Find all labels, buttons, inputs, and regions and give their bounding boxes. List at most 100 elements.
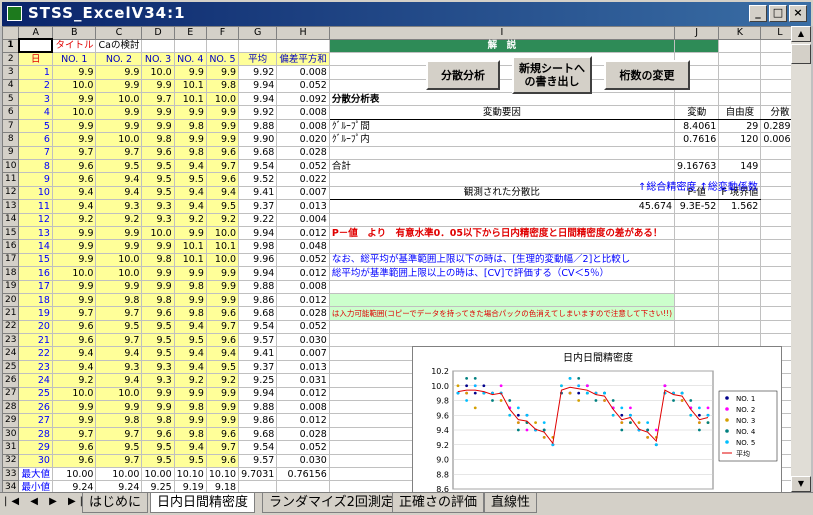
cell[interactable]	[328, 145, 676, 161]
data-cell[interactable]: 9.9	[51, 132, 97, 147]
day-number-cell[interactable]: 27	[18, 413, 53, 428]
data-cell[interactable]: 9.7	[51, 145, 97, 161]
row-header[interactable]: 29	[2, 413, 20, 428]
table-row[interactable]: 6410.09.99.99.99.99.920.008変動要因変動自由度分散標準…	[2, 105, 791, 120]
data-cell[interactable]: 9.8	[173, 145, 207, 161]
table-row[interactable]: 8 6 9.9 10.0 9.8 9.9 9.9 9.90 0.020 ｸﾞﾙｰﾌﾟ内 0.7616…	[2, 132, 791, 147]
column-header-H[interactable]: H	[276, 26, 330, 40]
spreadsheet-grid[interactable]: ABCDEFGHIJKLMNO1タイトルCaの検討解 説02日NO. 1NO. …	[2, 26, 791, 492]
max-label[interactable]: 最大値	[18, 466, 53, 482]
data-cell[interactable]: 9.9	[173, 266, 207, 281]
data-cell[interactable]: 9.4	[173, 159, 207, 174]
anova-within-cell[interactable]: 120	[718, 132, 762, 147]
column-header-I[interactable]: I	[328, 26, 676, 40]
day-number-cell[interactable]: 3	[18, 92, 53, 107]
data-cell[interactable]: 9.7	[51, 306, 97, 321]
cell[interactable]	[760, 199, 791, 214]
data-cell[interactable]: 9.92	[238, 105, 278, 120]
day-number-cell[interactable]: 19	[18, 306, 53, 321]
data-cell[interactable]: 9.6	[51, 333, 97, 348]
column-header-J[interactable]: J	[674, 26, 720, 40]
cell[interactable]	[674, 212, 720, 227]
title-value[interactable]: Caの検討	[95, 38, 143, 53]
day-number-cell[interactable]: 7	[18, 145, 53, 161]
row-header[interactable]: 10	[2, 159, 20, 174]
table-row[interactable]: 14 12 9.2 9.2 9.3 9.2 9.2 9.22 0.004	[2, 212, 791, 227]
data-cell[interactable]: 9.37	[238, 359, 278, 375]
data-cell[interactable]: 9.9	[51, 400, 97, 415]
day-number-cell[interactable]: 30	[18, 453, 53, 469]
data-cell[interactable]: 9.94	[238, 225, 278, 241]
day-number-cell[interactable]: 12	[18, 212, 53, 227]
row-header[interactable]: 16	[2, 239, 20, 254]
new-sheet-export-button[interactable]: 新規シートへの書き出し	[512, 56, 592, 94]
data-cell[interactable]: 9.96	[238, 252, 278, 268]
anova-total-cell[interactable]: 149	[718, 159, 762, 174]
cell[interactable]	[141, 38, 175, 53]
data-cell[interactable]: 9.6	[205, 306, 240, 321]
data-cell[interactable]: 9.5	[205, 199, 240, 214]
row-header[interactable]: 13	[2, 199, 20, 214]
table-row[interactable]: 18 16 10.0 10.0 9.9 9.9 9.9 9.94 0.012 総平均が基準範囲上限…	[2, 266, 791, 281]
data-cell[interactable]: 9.5	[141, 333, 175, 348]
cell[interactable]	[760, 252, 791, 268]
day-number-cell[interactable]: 28	[18, 426, 53, 442]
data-cell[interactable]: 9.3	[141, 359, 175, 375]
day-number-cell[interactable]: 4	[18, 105, 53, 120]
column-header-L[interactable]: L	[760, 26, 791, 40]
day-number-cell[interactable]: 26	[18, 400, 53, 415]
pvalue-note[interactable]: P－値 より 有意水準0．05以下から日内精密度と日間精密度の差がある！	[328, 225, 676, 241]
cell[interactable]	[674, 319, 720, 335]
data-cell[interactable]: 0.052	[276, 252, 330, 268]
anova-header[interactable]: 変動	[674, 105, 720, 120]
column-header-D[interactable]: D	[141, 26, 175, 40]
max-value[interactable]: 10.00	[141, 466, 175, 482]
data-cell[interactable]: 0.012	[276, 225, 330, 241]
cell[interactable]	[328, 212, 676, 227]
data-cell[interactable]: 0.028	[276, 306, 330, 321]
table-row[interactable]: 15 13 9.9 9.9 10.0 9.9 10.0 9.94 0.012 P－値 より 有意水…	[2, 225, 791, 241]
data-cell[interactable]: 10.0	[51, 105, 97, 120]
data-cell[interactable]: 9.9	[205, 105, 240, 120]
data-cell[interactable]: 9.9	[95, 118, 143, 134]
data-cell[interactable]: 9.90	[238, 132, 278, 147]
data-cell[interactable]: 0.030	[276, 453, 330, 469]
data-cell[interactable]: 9.9	[205, 386, 240, 402]
cell[interactable]	[674, 38, 720, 53]
sheet-row[interactable]: 1タイトルCaの検討解 説0	[2, 37, 791, 54]
data-cell[interactable]: 9.2	[173, 373, 207, 388]
cell[interactable]	[328, 333, 676, 348]
data-cell[interactable]: 9.94	[238, 386, 278, 402]
anova-within-cell[interactable]: 0.7616	[674, 132, 720, 147]
data-cell[interactable]: 10.0	[141, 225, 175, 241]
data-cell[interactable]: 9.9	[51, 279, 97, 294]
cell[interactable]	[674, 92, 720, 107]
column-header-F[interactable]: F	[205, 26, 240, 40]
data-cell[interactable]: 10.0	[95, 266, 143, 281]
data-cell[interactable]: 9.9	[205, 118, 240, 134]
cell[interactable]	[718, 92, 762, 107]
cell[interactable]	[238, 38, 278, 53]
data-cell[interactable]: 9.5	[95, 319, 143, 335]
cell[interactable]	[760, 172, 791, 187]
data-cell[interactable]: 9.7	[95, 426, 143, 442]
table-row[interactable]: 20 18 9.9 9.8 9.8 9.9 9.9 9.86 0.012	[2, 292, 791, 308]
data-cell[interactable]: 9.9	[51, 252, 97, 268]
data-cell[interactable]: 9.4	[173, 359, 207, 375]
row-header[interactable]: 19	[2, 279, 20, 294]
row-header[interactable]: 7	[2, 118, 20, 134]
data-cell[interactable]: 9.6	[205, 145, 240, 161]
table-row[interactable]: 23 21 9.6 9.7 9.5 9.5 9.6 9.57 0.030	[2, 333, 791, 348]
row-header[interactable]: 4	[2, 78, 20, 94]
data-cell[interactable]: 9.9	[95, 239, 143, 254]
day-number-cell[interactable]: 18	[18, 292, 53, 308]
data-cell[interactable]: 9.5	[173, 172, 207, 187]
data-cell[interactable]: 9.54	[238, 319, 278, 335]
data-cell[interactable]: 0.004	[276, 212, 330, 227]
row-header[interactable]: 2	[2, 51, 20, 67]
evaluation-note-1[interactable]: なお、総平均が基準範囲上限以下の時は、[生理的変動幅／2]と比較し	[328, 252, 676, 268]
data-cell[interactable]: 9.5	[141, 453, 175, 469]
data-cell[interactable]: 9.5	[95, 159, 143, 174]
data-cell[interactable]: 9.57	[238, 453, 278, 469]
data-cell[interactable]: 9.2	[205, 212, 240, 227]
